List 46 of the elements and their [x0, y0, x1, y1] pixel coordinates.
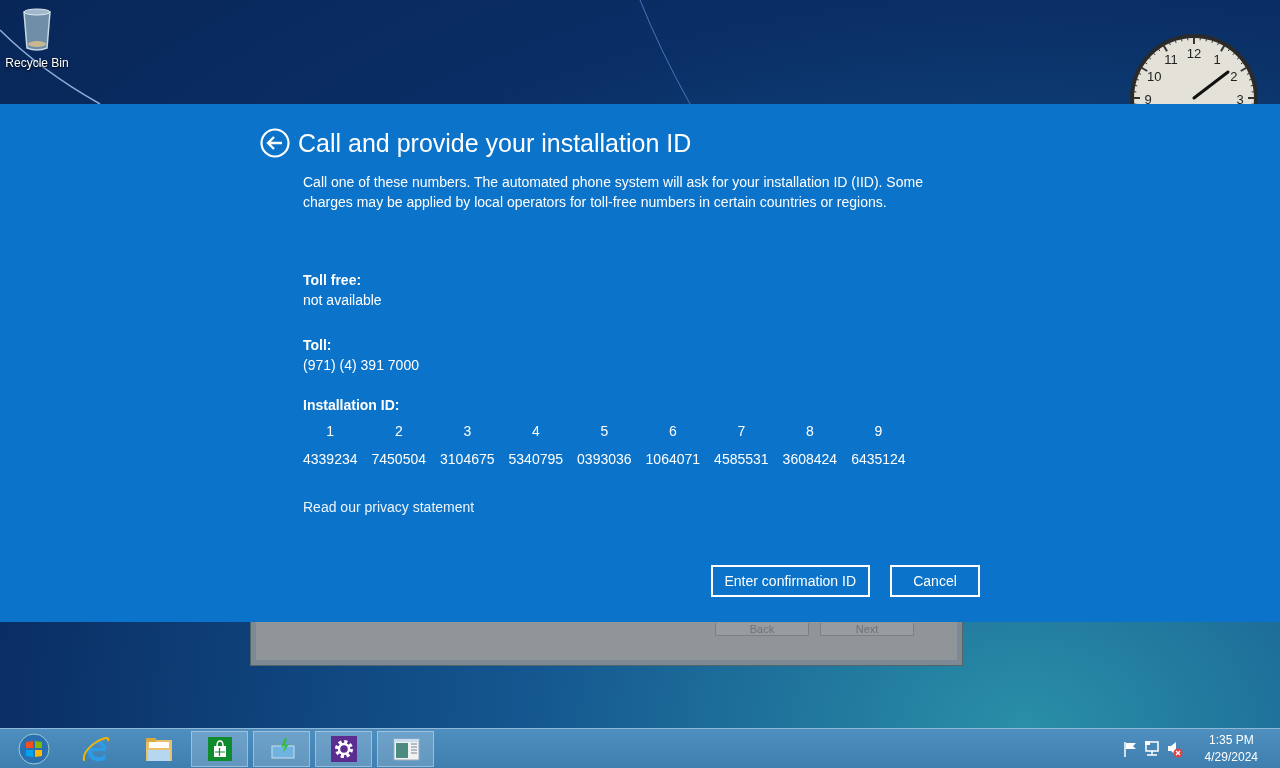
group-value: 5340795 [508, 450, 564, 469]
group-value: 4585531 [714, 450, 769, 469]
field-value: (971) (4) 391 7000 [303, 356, 420, 375]
clock-numeral: 9 [1144, 92, 1152, 107]
group-number: 9 [873, 422, 884, 441]
cancel-button[interactable]: Cancel [890, 565, 980, 597]
network-icon[interactable] [1143, 739, 1160, 758]
dialog-title: Call and provide your installation ID [298, 128, 692, 158]
desktop-icon-label[interactable]: Recycle Bin [5, 56, 69, 70]
clock-numeral: 11 [1164, 52, 1178, 68]
group-value: 0393036 [577, 450, 632, 469]
confirm-button[interactable]: Enter confirmation ID [710, 565, 870, 597]
group-number: 3 [462, 422, 473, 441]
description-text: Call one of these numbers. The automated phone system will ask for your installation ID (IID). Some charges may be applied by local operators for toll-free numbers in certain countries or regions. [303, 173, 924, 212]
recycle-bin-icon[interactable] [20, 6, 54, 54]
clock-numeral: 2 [1230, 69, 1238, 84]
start-orb-icon [17, 732, 50, 765]
group-number: 5 [599, 422, 610, 441]
group-value: 6435124 [851, 450, 906, 469]
field-label: Toll: [303, 336, 333, 355]
field-label: Toll free: [303, 271, 363, 290]
privacy-link[interactable]: Read our privacy statement [303, 497, 475, 517]
field-label: Installation ID: [303, 396, 401, 415]
group-value: 1064071 [645, 450, 701, 469]
taskbar-button[interactable] [191, 730, 248, 767]
clock-time[interactable]: 1:35 PM [1208, 731, 1254, 749]
group-number: 4 [530, 422, 541, 441]
clock-numeral: 10 [1146, 69, 1162, 84]
group-number: 7 [736, 422, 747, 441]
clock-date[interactable]: 4/29/2024 [1204, 748, 1258, 766]
group-number: 2 [393, 422, 404, 441]
back-icon[interactable] [260, 128, 290, 158]
group-number: 8 [804, 422, 815, 441]
group-number: 6 [667, 422, 678, 441]
clock-numeral: 12 [1186, 46, 1202, 61]
clock-numeral: 3 [1236, 92, 1244, 107]
group-number: 1 [325, 422, 336, 441]
speaker-icon[interactable] [1165, 739, 1183, 758]
group-value: 3104675 [440, 450, 495, 469]
flag-icon[interactable] [1121, 739, 1138, 758]
group-value: 7450504 [371, 450, 427, 469]
taskbar-button[interactable] [315, 730, 372, 767]
group-value: 3608424 [782, 450, 838, 469]
group-value: 4339234 [303, 450, 358, 469]
clock-numeral: 1 [1213, 52, 1221, 68]
field-value: not available [303, 291, 383, 310]
